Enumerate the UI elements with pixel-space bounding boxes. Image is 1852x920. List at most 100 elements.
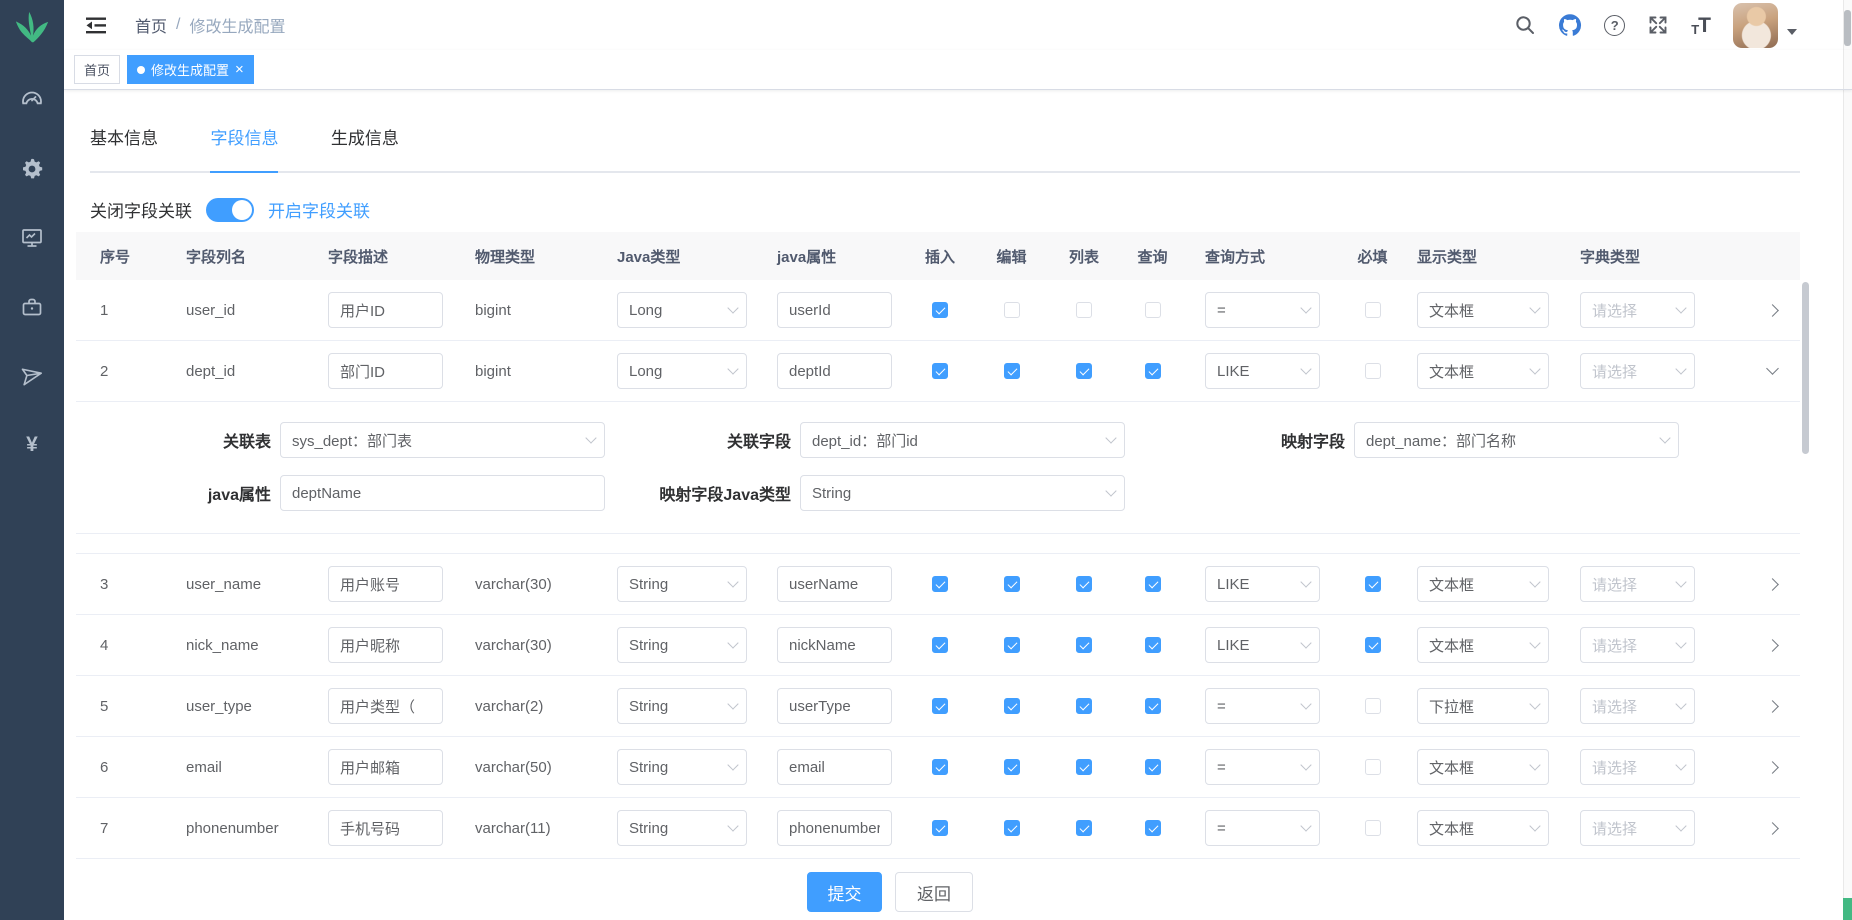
dict-type-select[interactable]: 请选择 [1580,566,1695,602]
java-type-select[interactable]: String [617,688,747,724]
sidebar-item-monitor[interactable] [19,226,45,250]
insert-checkbox[interactable] [932,820,948,836]
sidebar-item-tool[interactable] [19,295,45,319]
java-attr-input[interactable] [777,353,892,389]
edit-checkbox[interactable] [1004,576,1020,592]
query-checkbox[interactable] [1145,759,1161,775]
query-type-select[interactable]: = [1205,749,1320,785]
field-description-input[interactable] [328,566,443,602]
edit-checkbox[interactable] [1004,698,1020,714]
required-checkbox[interactable] [1365,363,1381,379]
tag-gen-config[interactable]: 修改生成配置 × [127,55,254,84]
insert-checkbox[interactable] [932,576,948,592]
insert-checkbox[interactable] [932,698,948,714]
query-type-select[interactable]: = [1205,688,1320,724]
query-type-select[interactable]: LIKE [1205,566,1320,602]
java-attr-input[interactable] [777,749,892,785]
query-checkbox[interactable] [1145,637,1161,653]
required-checkbox[interactable] [1365,302,1381,318]
list-checkbox[interactable] [1076,363,1092,379]
expand-row-icon[interactable] [1766,304,1779,317]
sidebar-item-system[interactable] [19,157,45,181]
edit-checkbox[interactable] [1004,759,1020,775]
display-type-select[interactable]: 文本框 [1417,810,1549,846]
user-menu[interactable] [1733,3,1797,48]
display-type-select[interactable]: 下拉框 [1417,688,1549,724]
relation-table-select[interactable]: sys_dept：部门表 [280,422,605,458]
relation-field-select[interactable]: dept_id：部门id [800,422,1125,458]
dict-type-select[interactable]: 请选择 [1580,627,1695,663]
mapping-java-type-select[interactable]: String [800,475,1125,511]
java-type-select[interactable]: String [617,627,747,663]
edit-checkbox[interactable] [1004,363,1020,379]
page-scrollbar-thumb[interactable] [1844,10,1851,46]
java-attr-input[interactable] [777,292,892,328]
table-scrollbar-thumb[interactable] [1802,282,1809,454]
list-checkbox[interactable] [1076,637,1092,653]
tab-basic-info[interactable]: 基本信息 [90,114,158,171]
query-type-select[interactable]: = [1205,810,1320,846]
display-type-select[interactable]: 文本框 [1417,353,1549,389]
list-checkbox[interactable] [1076,576,1092,592]
edit-checkbox[interactable] [1004,637,1020,653]
expand-row-icon[interactable] [1766,578,1779,591]
display-type-select[interactable]: 文本框 [1417,627,1549,663]
expand-row-icon[interactable] [1766,700,1779,713]
required-checkbox[interactable] [1365,698,1381,714]
required-checkbox[interactable] [1365,576,1381,592]
query-checkbox[interactable] [1145,820,1161,836]
required-checkbox[interactable] [1365,637,1381,653]
display-type-select[interactable]: 文本框 [1417,292,1549,328]
sidebar-item-guide[interactable] [19,364,45,388]
required-checkbox[interactable] [1365,820,1381,836]
display-type-select[interactable]: 文本框 [1417,749,1549,785]
query-checkbox[interactable] [1145,576,1161,592]
query-checkbox[interactable] [1145,698,1161,714]
dict-type-select[interactable]: 请选择 [1580,292,1695,328]
list-checkbox[interactable] [1076,302,1092,318]
query-type-select[interactable]: = [1205,292,1320,328]
mapping-field-select[interactable]: dept_name：部门名称 [1354,422,1679,458]
fullscreen-icon[interactable] [1647,14,1669,36]
insert-checkbox[interactable] [932,363,948,379]
field-description-input[interactable] [328,688,443,724]
field-description-input[interactable] [328,627,443,663]
search-icon[interactable] [1514,14,1536,36]
query-checkbox[interactable] [1145,363,1161,379]
java-attr-input[interactable] [777,810,892,846]
java-type-select[interactable]: String [617,810,747,846]
tag-close-icon[interactable]: × [235,62,244,77]
query-type-select[interactable]: LIKE [1205,627,1320,663]
breadcrumb-home-link[interactable]: 首页 [135,13,167,37]
edit-checkbox[interactable] [1004,820,1020,836]
display-type-select[interactable]: 文本框 [1417,566,1549,602]
java-attr-input[interactable] [777,566,892,602]
expand-row-icon[interactable] [1766,761,1779,774]
github-icon[interactable] [1558,13,1582,37]
sidebar-fold-icon[interactable] [85,16,107,35]
dict-type-select[interactable]: 请选择 [1580,353,1695,389]
sidebar-item-pay[interactable]: ¥ [19,433,45,457]
list-checkbox[interactable] [1076,759,1092,775]
tag-home[interactable]: 首页 [74,55,120,84]
java-type-select[interactable]: String [617,749,747,785]
java-type-select[interactable]: String [617,566,747,602]
tab-gen-info[interactable]: 生成信息 [331,114,399,171]
insert-checkbox[interactable] [932,302,948,318]
field-relation-toggle[interactable] [206,198,254,222]
insert-checkbox[interactable] [932,759,948,775]
tab-field-info[interactable]: 字段信息 [210,114,278,171]
expand-row-icon[interactable] [1766,822,1779,835]
java-type-select[interactable]: Long [617,353,747,389]
expand-row-icon[interactable] [1766,639,1779,652]
app-logo[interactable] [0,0,64,56]
page-scrollbar-track[interactable] [1843,0,1852,920]
field-description-input[interactable] [328,353,443,389]
expand-row-icon[interactable] [1766,362,1779,375]
query-checkbox[interactable] [1145,302,1161,318]
dict-type-select[interactable]: 请选择 [1580,688,1695,724]
submit-button[interactable]: 提交 [807,872,882,912]
required-checkbox[interactable] [1365,759,1381,775]
java-attr-input[interactable] [777,688,892,724]
dict-type-select[interactable]: 请选择 [1580,810,1695,846]
